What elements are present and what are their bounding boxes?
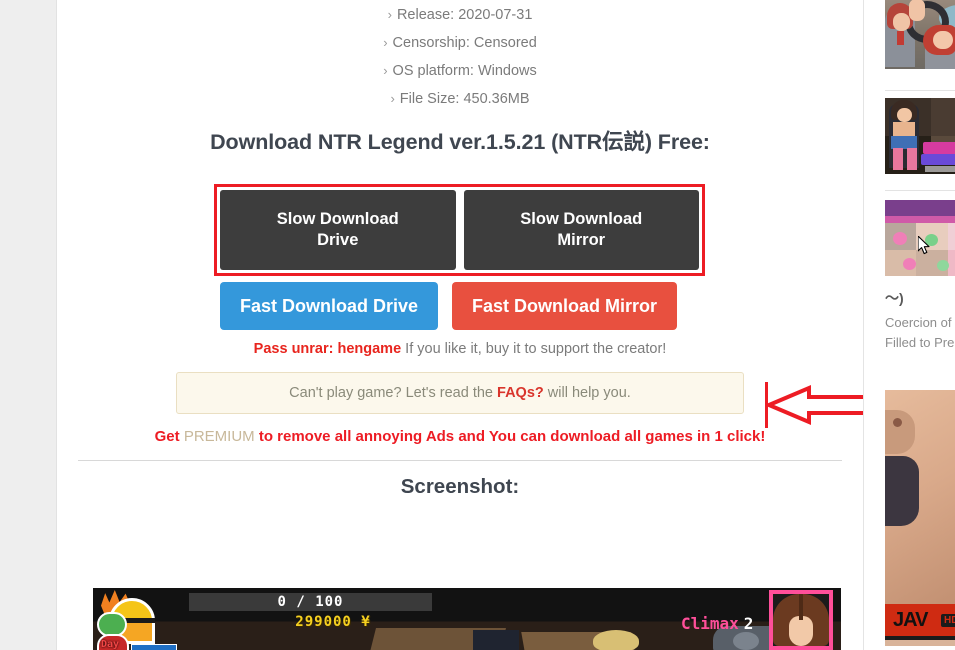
sidebar-thumbnail-1[interactable]	[885, 0, 955, 69]
content-sheet: › Release: 2020-07-31 › Censorship: Censor…	[56, 0, 955, 650]
premium-rest-text: to remove all annoying Ads and You can d…	[254, 428, 766, 445]
thumb1-character-a-face	[893, 13, 910, 31]
premium-promo-line[interactable]: Get PREMIUM to remove all annoying Ads a…	[57, 428, 863, 445]
thumb3-title-banner	[885, 200, 955, 216]
annotation-arrow-tick	[765, 382, 768, 428]
hud-sun-icon: Day	[97, 590, 177, 650]
thumb3-censor-flower-4	[937, 260, 949, 271]
meta-file-size-text: File Size: 450.36MB	[399, 91, 530, 107]
sidebar-thumbnail-3[interactable]	[885, 200, 955, 276]
ad-hd-badge: HD	[941, 614, 955, 627]
meta-release-text: Release: 2020-07-31	[396, 7, 533, 23]
download-heading: Download NTR Legend ver.1.5.21 (NTR伝説) F…	[210, 130, 710, 154]
meta-censorship-text: Censorship: Censored	[392, 35, 537, 51]
scene-prop-blob	[593, 630, 639, 650]
sidebar-thumbnail-2[interactable]	[885, 98, 955, 174]
thumb2-character-leg-left	[893, 148, 903, 170]
support-creator-text: If you like it, buy it to support the cr…	[401, 341, 667, 357]
scene-prop-rock-detail	[733, 632, 759, 650]
annotation-arrow	[763, 382, 869, 428]
thumb2-character-face	[897, 108, 912, 122]
thumb3-censor-flower-1	[893, 232, 907, 245]
thumb3-panel-6	[948, 250, 955, 276]
screenshot-heading: Screenshot:	[400, 475, 520, 498]
meta-item-release: › Release: 2020-07-31	[57, 1, 863, 29]
unrar-password-label: Pass unrar: hengame	[253, 341, 402, 357]
sidebar-item-desc-line-2: Filled to Pre	[885, 335, 955, 350]
hud-blue-bar	[131, 644, 177, 650]
chevron-right-icon: ›	[387, 7, 392, 22]
game-meta-list: › Release: 2020-07-31 › Censorship: Censor…	[57, 0, 863, 113]
ad-logo-text: JAV	[893, 609, 928, 631]
unrar-password-line: Pass unrar: hengame If you like it, buy …	[57, 341, 863, 357]
sidebar-ad-banner[interactable]: JAV HD	[885, 390, 955, 646]
arrow-left-icon	[763, 384, 867, 426]
thumb1-arm	[909, 0, 925, 21]
portrait-face-shape	[789, 616, 813, 646]
thumb2-panel-b	[931, 98, 955, 136]
ad-photo-dark-region	[885, 456, 919, 526]
hud-climax-value: 2	[743, 614, 754, 633]
faq-callout-box: Can't play game? Let's read the FAQs? wi…	[176, 372, 744, 414]
ad-logo-underline	[885, 636, 955, 640]
sidebar-item-title[interactable]: 〜)	[885, 288, 904, 308]
thumb3-panel-3	[948, 223, 955, 250]
sidebar-divider-1	[885, 90, 955, 91]
faq-text-before: Can't play game? Let's read the	[289, 385, 498, 401]
portrait-hair-part	[799, 594, 803, 620]
hud-money-counter: 299000 ¥	[295, 613, 371, 630]
thumb1-character-a-tie	[897, 31, 904, 45]
hud-character-portrait	[769, 590, 833, 650]
thumb2-character-leg-right	[907, 148, 917, 170]
premium-get-text: Get	[154, 428, 184, 445]
thumb2-title-banner-1	[923, 142, 955, 154]
right-sidebar: 〜) Coercion of Filled to Pre JAV HD	[863, 0, 955, 650]
chevron-right-icon: ›	[383, 63, 388, 78]
page-root: › Release: 2020-07-31 › Censorship: Censor…	[0, 0, 955, 650]
game-screenshot-image: Day 0 / 100 299000 ¥ Climax 2	[93, 588, 841, 650]
premium-keyword: PREMIUM	[183, 428, 255, 445]
ad-photo-detail	[893, 418, 902, 427]
section-divider	[78, 460, 842, 461]
thumb3-censor-flower-3	[903, 258, 916, 270]
thumb2-caption-strip	[925, 166, 955, 172]
fast-download-mirror-button[interactable]: Fast Download Mirror	[452, 282, 678, 330]
fast-download-drive-button[interactable]: Fast Download Drive	[220, 282, 439, 330]
thumb1-character-b-face	[933, 31, 953, 49]
slow-download-row: Slow Download Drive Slow Download Mirror	[220, 190, 699, 270]
meta-os-platform-text: OS platform: Windows	[392, 63, 537, 79]
hud-progress-counter: 0 / 100	[277, 593, 344, 610]
thumb3-censor-flower-2	[925, 234, 938, 246]
chevron-right-icon: ›	[390, 91, 395, 106]
faq-link[interactable]: FAQs?	[497, 385, 544, 401]
slow-download-mirror-button[interactable]: Slow Download Mirror	[463, 190, 699, 270]
sidebar-item-desc-line-1: Coercion of	[885, 315, 952, 330]
ad-photo-shade	[885, 410, 915, 454]
thumb3-subtitle-banner	[885, 216, 955, 223]
sidebar-divider-2	[885, 190, 955, 191]
meta-item-os-platform: › OS platform: Windows	[57, 57, 863, 85]
meta-item-file-size: › File Size: 450.36MB	[57, 85, 863, 113]
page-left-gutter	[0, 0, 56, 650]
faq-text-after: will help you.	[543, 385, 631, 401]
download-buttons-zone: Slow Download Drive Slow Download Mirror…	[57, 184, 867, 428]
thumb2-title-banner-2	[921, 154, 955, 165]
scene-prop-dark	[473, 630, 519, 650]
hud-day-label: Day	[101, 639, 120, 650]
fast-download-row: Fast Download Drive Fast Download Mirror	[220, 282, 760, 330]
meta-item-censorship: › Censorship: Censored	[57, 29, 863, 57]
chevron-right-icon: ›	[383, 35, 388, 50]
slow-download-drive-button[interactable]: Slow Download Drive	[220, 190, 456, 270]
hud-climax-label: Climax	[681, 614, 739, 633]
hud-climax-indicator: Climax 2	[681, 614, 753, 633]
article-column: › Release: 2020-07-31 › Censorship: Censor…	[57, 0, 867, 650]
